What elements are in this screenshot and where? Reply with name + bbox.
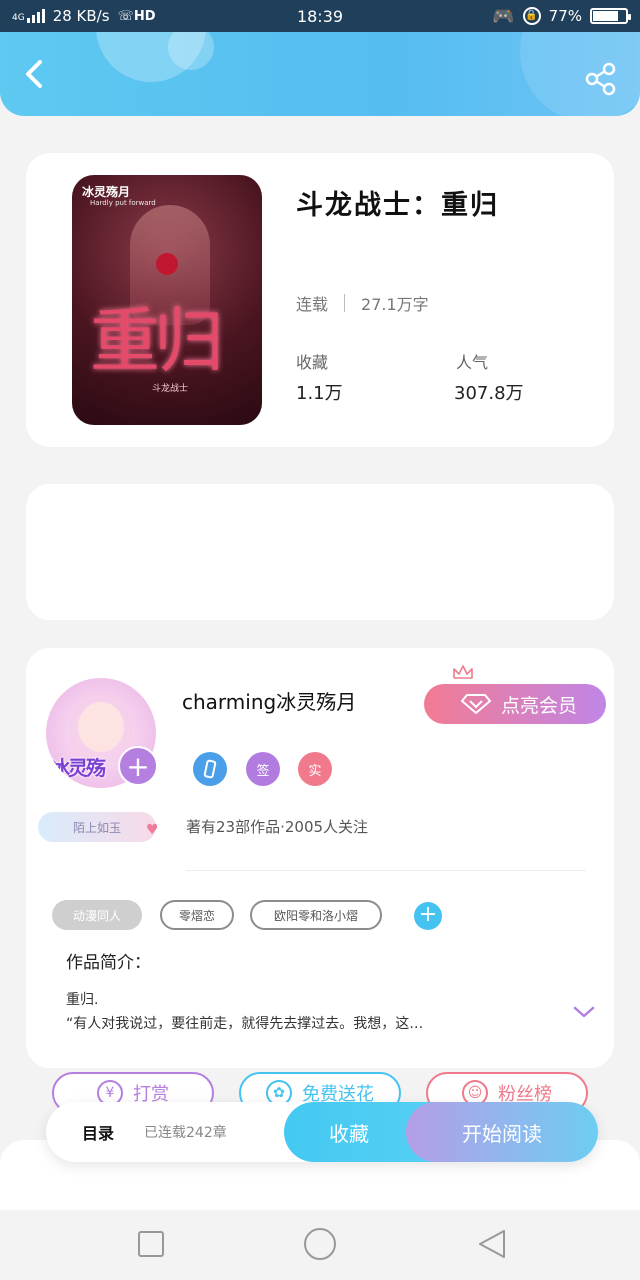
crown-icon [453, 665, 473, 679]
top-header [0, 32, 640, 116]
signed-badge[interactable]: 签 [246, 752, 280, 786]
phone-badge-icon[interactable] [193, 752, 227, 786]
cover-subtitle-art: 斗龙战士 [152, 384, 189, 394]
heart-icon: ♥ [146, 822, 159, 838]
start-reading-button[interactable]: 开始阅读 [406, 1102, 598, 1162]
decor-bubble [168, 32, 214, 70]
back-nav-icon[interactable] [476, 1228, 508, 1260]
toc-button[interactable]: 目录 [82, 1120, 114, 1144]
tag-item[interactable]: 动漫同人 [52, 900, 142, 930]
banner-card [26, 484, 614, 620]
cover-title-art: 重归 [90, 300, 224, 382]
verified-badge[interactable]: 实 [298, 752, 332, 786]
popularity-label: 人气 [456, 353, 489, 372]
author-name[interactable]: charming冰灵殇月 [182, 686, 356, 715]
chapter-count: 已连载242章 [144, 1125, 227, 1141]
author-card: 冰灵殇 + charming冰灵殇月 点亮会员 签 实 陌上如玉 ♥ 著有23部… [26, 648, 614, 1068]
cover-rose [156, 253, 178, 275]
chevron-down-icon[interactable] [572, 1004, 596, 1020]
gamepad-icon: 🎮 [492, 5, 515, 27]
decor-bubble [520, 32, 640, 116]
chevron-left-icon[interactable] [20, 56, 52, 92]
battery-percent: 77% [548, 7, 582, 25]
hd-call-icon: ☏HD [117, 8, 156, 24]
level-tag: 陌上如玉 [38, 812, 156, 842]
recent-apps-icon[interactable] [137, 1230, 165, 1258]
divider [186, 870, 586, 871]
home-icon[interactable] [302, 1226, 338, 1262]
book-status-row: 连载 27.1万字 [296, 291, 429, 315]
book-title: 斗龙战士：重归 [296, 190, 499, 221]
intro-heading: 作品简介： [66, 953, 151, 973]
book-cover[interactable]: 冰灵殇月 Hardly put forward 重归 斗龙战士 [72, 175, 262, 425]
diamond-icon [460, 694, 491, 714]
serial-status: 连载 [296, 295, 329, 314]
share-icon[interactable] [584, 62, 618, 96]
rotation-lock-icon: 🔒 [522, 7, 541, 25]
intro-line: 重归. [66, 992, 99, 1008]
tag-item[interactable]: 零熠恋 [160, 900, 234, 930]
avatar-text: 冰灵殇 [50, 756, 106, 780]
word-count: 27.1万字 [361, 295, 429, 314]
network-speed: 28 KB/s [52, 7, 110, 25]
system-nav-bar [0, 1210, 640, 1280]
status-bar: 4G 28 KB/s ☏HD 18:39 🎮 🔒 77% [0, 0, 640, 32]
favorites-label: 收藏 [296, 353, 329, 372]
vip-button[interactable]: 点亮会员 [424, 684, 606, 724]
favorites-value: 1.1万 [296, 383, 343, 404]
cover-author-text: 冰灵殇月 [82, 185, 131, 199]
divider [344, 294, 346, 312]
intro-line: “有人对我说过，要往前走，就得先去撑过去。我想，这… [66, 1016, 424, 1032]
signal-icon: 4G [12, 9, 45, 23]
author-meta: 著有23部作品·2005人关注 [186, 818, 369, 836]
tag-item[interactable]: 欧阳零和洛小熠 [250, 900, 382, 930]
book-info-card: 冰灵殇月 Hardly put forward 重归 斗龙战士 斗龙战士：重归 … [26, 153, 614, 447]
vip-button-label: 点亮会员 [500, 694, 577, 717]
cover-tagline: Hardly put forward [90, 199, 156, 207]
follow-plus-button[interactable]: + [118, 746, 158, 786]
popularity-value: 307.8万 [454, 383, 524, 404]
intro-text: 重归. “有人对我说过，要往前走，就得先去撑过去。我想，这… [66, 988, 546, 1036]
add-tag-button[interactable]: + [414, 902, 442, 930]
bottom-action-bar: 目录 已连载242章 收藏 开始阅读 [46, 1102, 598, 1162]
battery-icon [590, 8, 631, 24]
avatar-face [78, 702, 124, 752]
